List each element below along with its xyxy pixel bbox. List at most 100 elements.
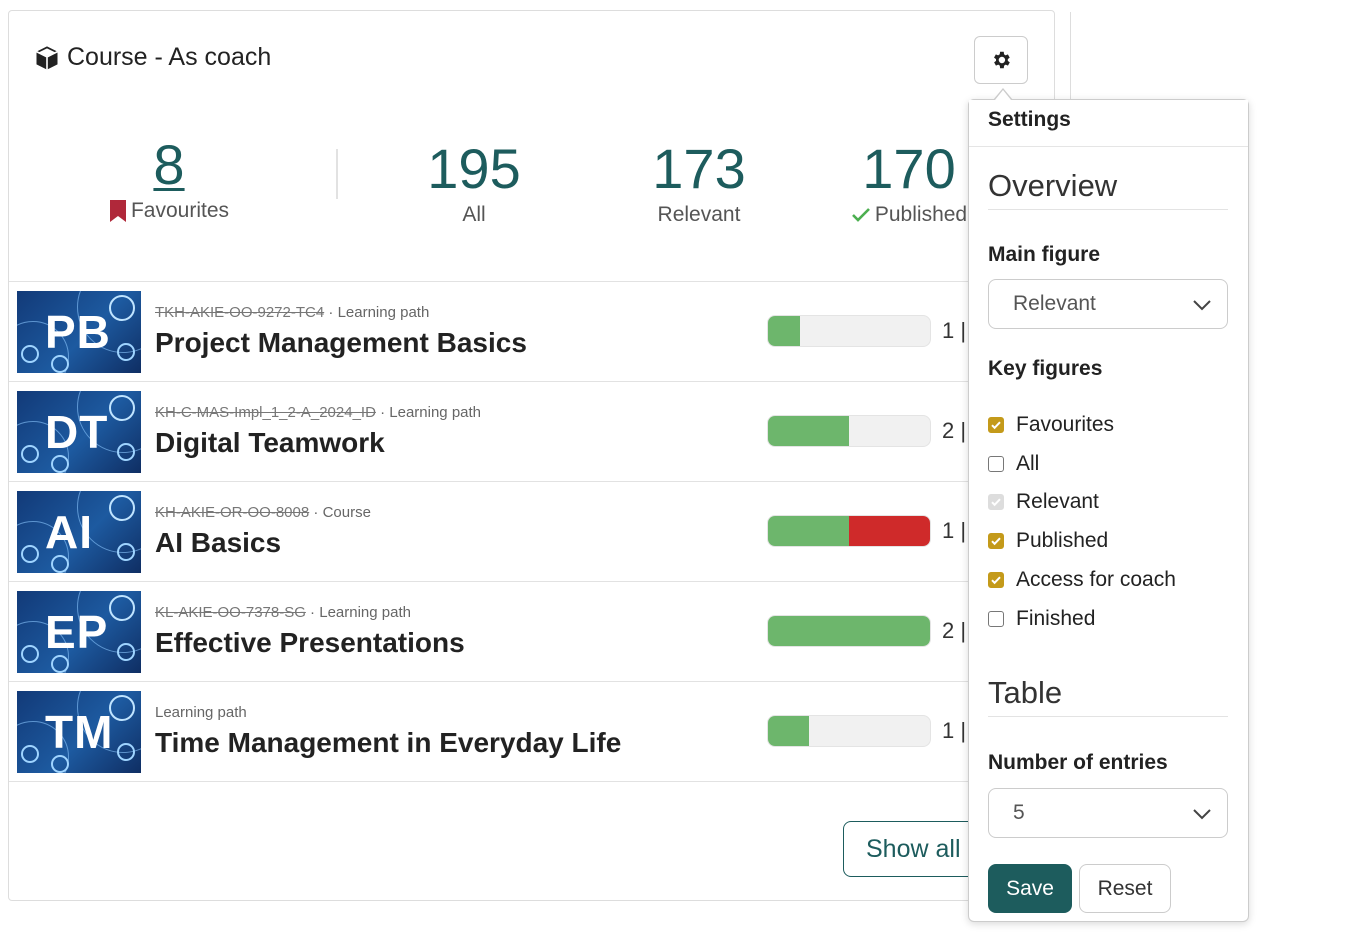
book-icon	[21, 345, 39, 363]
course-abbreviation: TM	[45, 706, 114, 758]
main-figure-select[interactable]: Relevant	[988, 279, 1228, 329]
widget-title-text: Course - As coach	[67, 43, 272, 71]
globe-icon	[117, 443, 135, 461]
checkbox-label: Finished	[1016, 606, 1096, 630]
checkbox[interactable]	[988, 533, 1004, 550]
meta-separator: ·	[375, 404, 390, 421]
course-name[interactable]: Effective Presentations	[155, 627, 465, 659]
globe-icon	[117, 643, 135, 661]
course-list: PB TKH-AKIE-OO-9272-TC4 · Learning path Pr…	[9, 281, 1054, 782]
checkbox[interactable]	[988, 494, 1004, 511]
course-name[interactable]: AI Basics	[155, 527, 281, 559]
course-row[interactable]: TM Learning path Time Management in Everyd…	[9, 681, 1054, 782]
book-icon	[21, 745, 39, 763]
key-figure-published: 170 Published	[834, 137, 984, 227]
relevant-count: 173	[652, 137, 746, 200]
course-meta: KH-C-MAS-Impl_1_2-A_2024_ID · Learning p…	[155, 404, 481, 421]
course-row[interactable]: DT KH-C-MAS-Impl_1_2-A_2024_ID · Learning…	[9, 381, 1054, 481]
course-type: Learning path	[389, 404, 482, 421]
meta-separator: ·	[324, 304, 338, 321]
checkbox-item[interactable]: All	[988, 452, 1039, 476]
course-meta: Learning path	[155, 704, 247, 721]
overview-heading: Overview	[988, 168, 1118, 203]
key-figure-favourites[interactable]: 8 Favourites	[104, 133, 234, 223]
cube-icon	[36, 45, 58, 70]
checkbox-item[interactable]: Finished	[988, 607, 1095, 631]
reset-button[interactable]: Reset	[1079, 864, 1171, 913]
course-type: Learning path	[337, 304, 430, 321]
all-count: 195	[427, 137, 521, 200]
checkbox-item[interactable]: Relevant	[988, 490, 1099, 514]
course-thumbnail[interactable]: AI	[17, 491, 141, 573]
course-name[interactable]: Time Management in Everyday Life	[155, 727, 621, 759]
number-of-entries-label: Number of entries	[988, 751, 1168, 774]
course-code: KH-AKIE-OR-OO-8008	[155, 504, 310, 521]
checkbox-item[interactable]: Published	[988, 529, 1108, 553]
main-figure-label: Main figure	[988, 243, 1101, 266]
overview-divider	[988, 209, 1228, 210]
chevron-down-icon	[1193, 809, 1211, 820]
save-button[interactable]: Save	[988, 864, 1072, 913]
key-figure-divider	[336, 149, 338, 199]
course-widget: Course - As coach 8 Favourites 195 All 1…	[8, 10, 1055, 901]
checkbox[interactable]	[988, 610, 1004, 627]
progress-bar	[767, 715, 931, 747]
book-icon	[21, 645, 39, 663]
main-figure-value: Relevant	[1013, 292, 1096, 315]
bookmark-icon	[109, 200, 126, 222]
checkbox[interactable]	[988, 417, 1004, 433]
course-type: Learning path	[319, 604, 411, 621]
progress-green	[768, 716, 809, 746]
checkbox-label: Access for coach	[1016, 567, 1176, 591]
meta-separator: ·	[309, 504, 323, 521]
course-row[interactable]: PB TKH-AKIE-OO-9272-TC4 · Learning path Pr…	[9, 281, 1054, 381]
progress-bar	[767, 415, 931, 447]
checkbox-item[interactable]: Access for coach	[988, 568, 1176, 592]
table-heading: Table	[988, 675, 1063, 710]
globe-icon	[117, 343, 135, 361]
course-meta: KL-AKIE-OO-7378-SG · Learning path	[155, 604, 411, 621]
course-code: KH-C-MAS-Impl_1_2-A_2024_ID	[155, 404, 376, 421]
checkbox[interactable]	[988, 571, 1004, 588]
course-thumbnail[interactable]: DT	[17, 391, 141, 473]
number-of-entries-value: 5	[1013, 801, 1025, 824]
course-meta: TKH-AKIE-OO-9272-TC4 · Learning path	[155, 304, 429, 321]
course-abbreviation: DT	[45, 406, 109, 458]
checkbox-label: Published	[1016, 529, 1109, 553]
progress-count: 2 |	[942, 618, 967, 643]
course-row[interactable]: AI KH-AKIE-OR-OO-8008 · Course AI Basics 1 …	[9, 481, 1054, 581]
meta-separator: ·	[305, 604, 320, 621]
relevant-label: Relevant	[657, 203, 741, 226]
course-abbreviation: PB	[45, 306, 111, 358]
book-icon	[21, 545, 39, 563]
graduation-cap-icon	[109, 395, 135, 421]
graduation-cap-icon	[109, 495, 135, 521]
course-abbreviation: AI	[45, 506, 93, 558]
course-type: Course	[322, 504, 371, 521]
checkbox[interactable]	[988, 455, 1004, 472]
course-name[interactable]: Project Management Basics	[155, 327, 527, 359]
number-of-entries-select[interactable]: 5	[988, 788, 1228, 838]
progress-count: 1 |	[942, 318, 967, 343]
progress-red	[849, 516, 930, 546]
table-divider	[988, 716, 1228, 717]
checkbox-item[interactable]: Favourites	[988, 413, 1114, 437]
settings-popover: Settings Overview Main figure Relevant K…	[968, 88, 1249, 922]
globe-icon	[117, 743, 135, 761]
widget-title: Course - As coach	[33, 43, 271, 72]
course-thumbnail[interactable]: PB	[17, 291, 141, 373]
globe-icon	[117, 543, 135, 561]
progress-bar	[767, 515, 931, 547]
course-meta: KH-AKIE-OR-OO-8008 · Course	[155, 504, 371, 521]
settings-button[interactable]	[974, 36, 1028, 84]
progress-count: 1 |	[942, 718, 967, 743]
course-name[interactable]: Digital Teamwork	[155, 427, 385, 459]
course-row[interactable]: EP KL-AKIE-OO-7378-SG · Learning path Effe…	[9, 581, 1054, 681]
gear-icon	[994, 51, 1010, 69]
favourites-count[interactable]: 8	[104, 133, 234, 197]
checkbox-label: Favourites	[1016, 413, 1115, 436]
progress-green	[768, 516, 849, 546]
progress-count: 2 |	[942, 418, 967, 443]
course-thumbnail[interactable]: EP	[17, 591, 141, 673]
course-thumbnail[interactable]: TM	[17, 691, 141, 773]
